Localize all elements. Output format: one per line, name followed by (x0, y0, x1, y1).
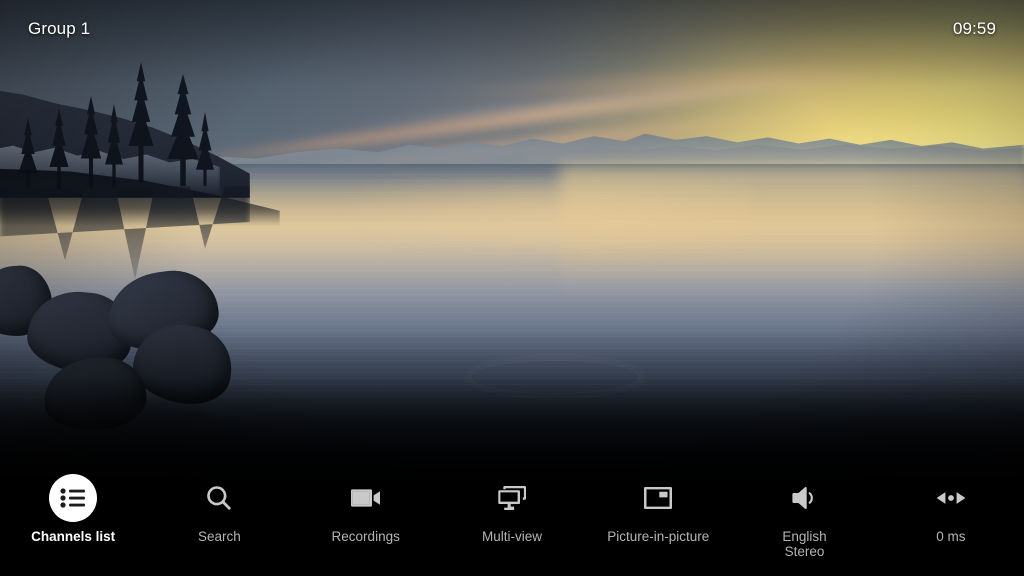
audio-sync-icon (927, 474, 975, 522)
multi-screen-icon (488, 474, 536, 522)
menu-item-label: Search (198, 529, 241, 544)
menu-item-audio-track[interactable]: English Stereo (731, 466, 877, 559)
list-icon (49, 474, 98, 522)
group-label: Group 1 (28, 18, 91, 38)
menu-item-label: Picture-in-picture (607, 529, 710, 544)
topbar: Group 1 09:59 (0, 0, 1024, 56)
search-icon (195, 474, 243, 522)
speaker-icon (781, 474, 829, 522)
menu-item-label: English Stereo (782, 529, 827, 559)
menu-item-channels-list[interactable]: Channels list (0, 466, 146, 544)
tv-player-screen: Group 1 09:59 Channels list Search Recor… (0, 0, 1024, 576)
clock-label: 09:59 (952, 18, 996, 38)
menu-item-audio-sync[interactable]: 0 ms (878, 466, 1024, 544)
menu-item-picture-in-picture[interactable]: Picture-in-picture (585, 466, 731, 544)
menu-item-label: 0 ms (936, 529, 966, 544)
menu-item-search[interactable]: Search (146, 466, 292, 544)
menu-item-label: Multi-view (481, 529, 542, 544)
video-camera-icon (342, 474, 390, 522)
menu-item-label: Recordings (331, 529, 400, 544)
menu-item-label: Channels list (31, 529, 116, 544)
bottom-menu-bar: Channels list Search Recordings Multi-vi… (0, 466, 1024, 576)
menu-item-recordings[interactable]: Recordings (293, 466, 439, 544)
pip-icon (634, 474, 682, 522)
menu-item-multi-view[interactable]: Multi-view (439, 466, 585, 544)
